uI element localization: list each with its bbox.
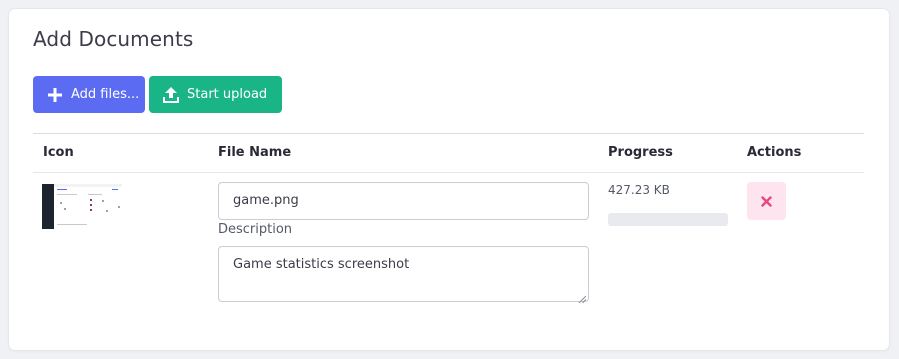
panel-title: Add Documents (33, 27, 194, 51)
plus-icon (47, 87, 63, 103)
add-files-button[interactable]: Add files... (33, 76, 145, 113)
description-label: Description (218, 222, 293, 237)
file-thumbnail (42, 184, 122, 229)
header-divider (33, 172, 864, 173)
column-header-progress: Progress (608, 145, 673, 160)
table-divider (33, 133, 864, 134)
resize-handle-icon[interactable] (578, 291, 587, 304)
remove-file-button[interactable] (747, 182, 786, 220)
upload-icon (163, 86, 179, 103)
column-header-file-name: File Name (218, 145, 292, 160)
column-header-actions: Actions (747, 145, 802, 160)
add-documents-panel: Add Documents Add files... Start upload … (9, 9, 889, 350)
close-icon (761, 192, 772, 211)
file-size: 427.23 KB (608, 183, 670, 197)
file-name-input[interactable]: game.png (218, 182, 589, 220)
start-upload-button[interactable]: Start upload (149, 76, 282, 113)
add-files-label: Add files... (71, 87, 140, 102)
start-upload-label: Start upload (187, 87, 268, 102)
description-textarea[interactable]: Game statistics screenshot (218, 246, 589, 304)
upload-progress-bar (608, 213, 728, 226)
column-header-icon: Icon (43, 145, 74, 160)
description-text: Game statistics screenshot (233, 257, 410, 272)
